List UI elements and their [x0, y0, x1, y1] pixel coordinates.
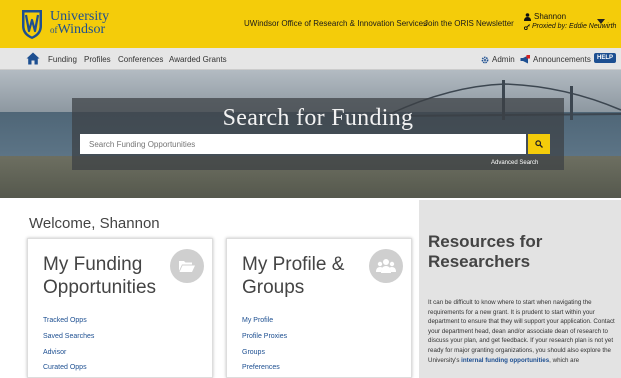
resources-title-line1: Resources for: [428, 232, 543, 251]
resources-title-line2: Researchers: [428, 252, 531, 271]
search-title: Search for Funding: [222, 105, 414, 131]
funding-card-title: My Funding Opportunities: [43, 253, 156, 299]
internal-funding-link[interactable]: internal funding opportunities: [461, 357, 549, 364]
oris-link[interactable]: UWindsor Office of Research & Innovation…: [244, 19, 427, 28]
user-icon: [524, 12, 531, 21]
resources-body-text: It can be difficult to know where to sta…: [428, 299, 615, 364]
user-name: Shannon: [534, 12, 567, 21]
university-name-of: of: [50, 25, 58, 35]
search-input[interactable]: [80, 134, 526, 154]
megaphone-icon: [520, 55, 530, 64]
resources-body-tail: , which are: [549, 356, 580, 364]
home-icon[interactable]: [26, 52, 40, 65]
profile-proxies-link[interactable]: Profile Proxies: [242, 333, 287, 340]
newsletter-link[interactable]: Join the ORIS Newsletter: [424, 19, 514, 28]
admin-label: Admin: [492, 55, 515, 64]
university-shield-logo[interactable]: [20, 8, 44, 40]
hero-banner: Search for Funding Advanced Search: [0, 70, 621, 198]
tracked-opps-link[interactable]: Tracked Opps: [43, 317, 87, 324]
announcements-link[interactable]: Announcements: [520, 55, 591, 64]
saved-searches-link[interactable]: Saved Searches: [43, 333, 94, 340]
nav-awarded-grants[interactable]: Awarded Grants: [169, 55, 227, 64]
my-profile-card: My Profile & Groups My Profile Profile P…: [226, 238, 412, 378]
admin-link[interactable]: Admin: [481, 55, 515, 64]
funding-title-line2: Opportunities: [43, 277, 157, 298]
search-panel: Search for Funding Advanced Search: [72, 98, 564, 170]
top-bar: University ofWindsor UWindsor Office of …: [0, 0, 621, 48]
gear-icon: [481, 56, 489, 63]
resources-body: It can be difficult to know where to sta…: [428, 298, 616, 365]
profile-card-title: My Profile & Groups: [242, 253, 344, 299]
search-icon: [535, 140, 543, 148]
search-button[interactable]: [528, 134, 550, 154]
help-button[interactable]: HELP: [594, 53, 617, 63]
profile-title-line1: My Profile &: [242, 254, 345, 275]
chevron-down-icon[interactable]: [597, 19, 605, 24]
resources-panel: Resources for Researchers It can be diff…: [419, 200, 621, 378]
folder-open-icon: [170, 249, 204, 283]
nav-conferences[interactable]: Conferences: [118, 55, 163, 64]
groups-link[interactable]: Groups: [242, 349, 265, 356]
key-icon: [524, 23, 530, 30]
resources-title: Resources for Researchers: [428, 232, 542, 272]
nav-funding[interactable]: Funding: [48, 55, 77, 64]
users-group-icon: [369, 249, 403, 283]
funding-title-line1: My Funding: [43, 254, 143, 275]
nav-profiles[interactable]: Profiles: [84, 55, 111, 64]
my-funding-card: My Funding Opportunities Tracked Opps Sa…: [27, 238, 213, 378]
proxy-text: Proxied by: Eddie Neuwirth: [532, 23, 617, 30]
advisor-link[interactable]: Advisor: [43, 349, 66, 356]
welcome-heading: Welcome, Shannon: [29, 215, 160, 232]
university-wordmark[interactable]: University ofWindsor: [50, 10, 109, 37]
my-profile-link[interactable]: My Profile: [242, 317, 273, 324]
profile-title-line2: Groups: [242, 277, 305, 298]
main-nav: Funding Profiles Conferences Awarded Gra…: [0, 48, 621, 70]
preferences-link[interactable]: Preferences: [242, 364, 280, 371]
advanced-search-link[interactable]: Advanced Search: [491, 160, 538, 166]
university-name-line2: Windsor: [57, 22, 106, 37]
curated-opps-link[interactable]: Curated Opps: [43, 364, 87, 371]
announcements-label: Announcements: [533, 55, 591, 64]
